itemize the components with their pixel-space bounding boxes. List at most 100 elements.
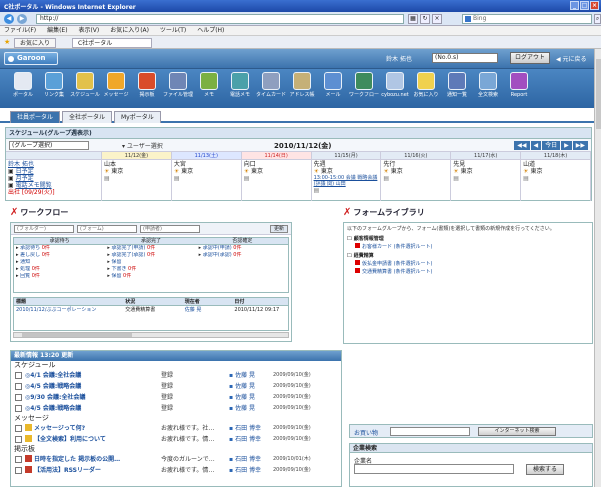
- user-link-1[interactable]: ▣ 月予定: [8, 175, 99, 182]
- corp-name-input[interactable]: [354, 464, 514, 474]
- app-11[interactable]: ワークフロー: [349, 72, 379, 106]
- workflow-link[interactable]: 保留: [111, 273, 121, 279]
- corp-search-button[interactable]: 検索する: [526, 464, 564, 475]
- workflow-link[interactable]: 承認中(承認): [203, 252, 232, 258]
- workflow-link[interactable]: 下書き: [111, 266, 126, 272]
- app-9[interactable]: アドレス帳: [287, 72, 317, 106]
- memo-icon[interactable]: ▤: [244, 175, 309, 182]
- news-user-link[interactable]: 佐藤 晃: [229, 370, 255, 381]
- news-checkbox[interactable]: [15, 425, 22, 432]
- day-header[interactable]: 11/13(土): [171, 152, 241, 160]
- day-cell[interactable]: 向口 ☀ 東京 ▤: [242, 160, 311, 183]
- workflow-cell[interactable]: ▸ 承認完了(申請) 0件: [105, 245, 196, 252]
- memo-icon[interactable]: ▤: [174, 175, 239, 182]
- back-icon[interactable]: ◀: [4, 14, 14, 24]
- url-input[interactable]: http://: [36, 14, 404, 24]
- app-2[interactable]: スケジュール: [70, 72, 100, 106]
- news-title-link[interactable]: ◎4/1 会議:全社会議: [25, 370, 81, 381]
- scrollbar-thumb[interactable]: [22, 333, 132, 337]
- workflow-cell[interactable]: ▸ 承認待ち 0件: [14, 245, 105, 252]
- day-header[interactable]: 11/16(火): [381, 152, 451, 160]
- workflow-link[interactable]: 差し戻し: [20, 252, 40, 258]
- news-user-link[interactable]: 佐藤 晃: [229, 381, 255, 392]
- day-header[interactable]: 11/18(木): [521, 152, 590, 160]
- logout-button[interactable]: ログアウト: [510, 52, 550, 64]
- forward-icon[interactable]: ▶: [17, 14, 27, 24]
- day-cell[interactable]: 山道 ☀ 東京 ▤: [521, 160, 590, 183]
- schedule-nav-button[interactable]: ◀◀: [514, 141, 530, 150]
- news-title-link[interactable]: ◎4/5 会議:戦略会議: [25, 403, 81, 414]
- schedule-nav-button[interactable]: 今日: [542, 141, 561, 150]
- app-0[interactable]: ポータル: [8, 72, 38, 106]
- tab-company-portal[interactable]: 全社ポータル: [62, 111, 113, 123]
- formlib-item[interactable]: お客様カード (条件選択ルート): [347, 243, 589, 251]
- schedule-nav-button[interactable]: ▶▶: [572, 141, 588, 150]
- day-header[interactable]: 11/17(水): [451, 152, 521, 160]
- memo-icon[interactable]: ▤: [453, 175, 518, 182]
- news-user-link[interactable]: 石田 博幸: [229, 465, 261, 476]
- user-notice[interactable]: 出社 [09/29(火)]: [8, 189, 99, 196]
- workflow-link[interactable]: 承認完了(申請): [111, 245, 145, 251]
- news-title-link[interactable]: メッセージって何?: [25, 423, 85, 434]
- close-icon[interactable]: ×: [590, 1, 599, 10]
- news-title-link[interactable]: 【全文検索】利用について: [25, 434, 106, 445]
- workflow-link[interactable]: 保留: [111, 259, 121, 265]
- workflow-link[interactable]: 承認中(申請): [203, 245, 232, 251]
- formlib-item[interactable]: 仮払金申請書 (条件選択ルート): [347, 260, 589, 268]
- maximize-icon[interactable]: □: [580, 1, 589, 10]
- workflow-link[interactable]: 通知: [20, 259, 30, 265]
- app-7[interactable]: 電話メモ: [225, 72, 255, 106]
- shopping-input[interactable]: [390, 427, 470, 436]
- minimize-icon[interactable]: _: [570, 1, 579, 10]
- memo-icon[interactable]: ▤: [314, 187, 379, 194]
- workflow-link[interactable]: 処理: [20, 266, 30, 272]
- tab-my-portal[interactable]: Myポータル: [114, 111, 161, 123]
- user-select-link[interactable]: ▾ ユーザー選択: [122, 141, 163, 150]
- workflow-cell[interactable]: ▸ 通知: [14, 259, 105, 266]
- memo-icon[interactable]: ▤: [383, 175, 448, 182]
- news-user-link[interactable]: 佐藤 晃: [229, 392, 255, 403]
- news-checkbox[interactable]: [15, 372, 22, 379]
- news-title-link[interactable]: 【活用法】RSSリーダー: [25, 465, 101, 476]
- workflow-cell[interactable]: ▸ 回覧 0件: [14, 273, 105, 280]
- workflow-table-row[interactable]: 2010/11/12/ぶぶコーポレーション 交通費精算書 佐藤 晃 2010/11/1…: [14, 306, 288, 315]
- applicant-filter-select[interactable]: (申請者): [140, 225, 200, 233]
- refresh-icon[interactable]: ↻: [420, 14, 430, 24]
- news-checkbox[interactable]: [15, 456, 22, 463]
- menu-favorites[interactable]: お気に入り(A): [110, 27, 149, 34]
- favorites-button[interactable]: お気に入り: [14, 38, 57, 48]
- form-filter-select[interactable]: (フォーム): [77, 225, 137, 233]
- memo-icon[interactable]: ▤: [523, 175, 588, 182]
- workflow-h-scrollbar[interactable]: [13, 332, 289, 338]
- workflow-cell[interactable]: ▸ 差し戻し 0件: [14, 252, 105, 259]
- news-checkbox[interactable]: [15, 467, 22, 474]
- news-user-link[interactable]: 石田 博幸: [229, 423, 261, 434]
- header-menu-select[interactable]: (No.0.s): [432, 53, 498, 63]
- day-header[interactable]: 11/12(金): [102, 152, 171, 160]
- schedule-nav-button[interactable]: ▶: [561, 141, 572, 150]
- news-title-link[interactable]: ◎9/30 会議:全社会議: [25, 392, 85, 403]
- app-10[interactable]: メール: [318, 72, 348, 106]
- menu-tools[interactable]: ツール(T): [160, 27, 186, 34]
- schedule-event[interactable]: 13:00-15:00 会議 戦略会議 (評議 関) 山田: [314, 175, 379, 187]
- news-checkbox[interactable]: [15, 436, 22, 443]
- app-5[interactable]: ファイル管理: [163, 72, 193, 106]
- workflow-link[interactable]: 回覧: [20, 273, 30, 279]
- stop-icon[interactable]: ×: [432, 14, 442, 24]
- menu-view[interactable]: 表示(V): [78, 27, 99, 34]
- favorites-star-icon[interactable]: ★: [4, 38, 10, 46]
- search-icon[interactable]: ⌕: [594, 14, 601, 24]
- formlib-item[interactable]: 交通費精算書 (条件選択ルート): [347, 268, 589, 276]
- workflow-cell[interactable]: ▸ 下書き 0件: [105, 266, 196, 273]
- user-link-0[interactable]: ▣ 日予定: [8, 168, 99, 175]
- app-8[interactable]: タイムカード: [256, 72, 286, 106]
- day-cell[interactable]: 先行 ☀ 東京 ▤: [381, 160, 450, 183]
- menu-help[interactable]: ヘルプ(H): [197, 27, 224, 34]
- day-cell[interactable]: 先週 ☀ 東京 13:00-15:00 会議 戦略会議 (評議 関) 山田 ▤: [312, 160, 381, 195]
- scrollbar-thumb[interactable]: [596, 59, 601, 129]
- workflow-cell[interactable]: ▸ 承認中(承認) 0件: [197, 252, 288, 259]
- workflow-cell[interactable]: ▸ 保留 0件: [105, 273, 196, 280]
- news-user-link[interactable]: 石田 博幸: [229, 434, 261, 445]
- news-title-link[interactable]: ◎4/5 会議:戦略会議: [25, 381, 81, 392]
- app-6[interactable]: メモ: [194, 72, 224, 106]
